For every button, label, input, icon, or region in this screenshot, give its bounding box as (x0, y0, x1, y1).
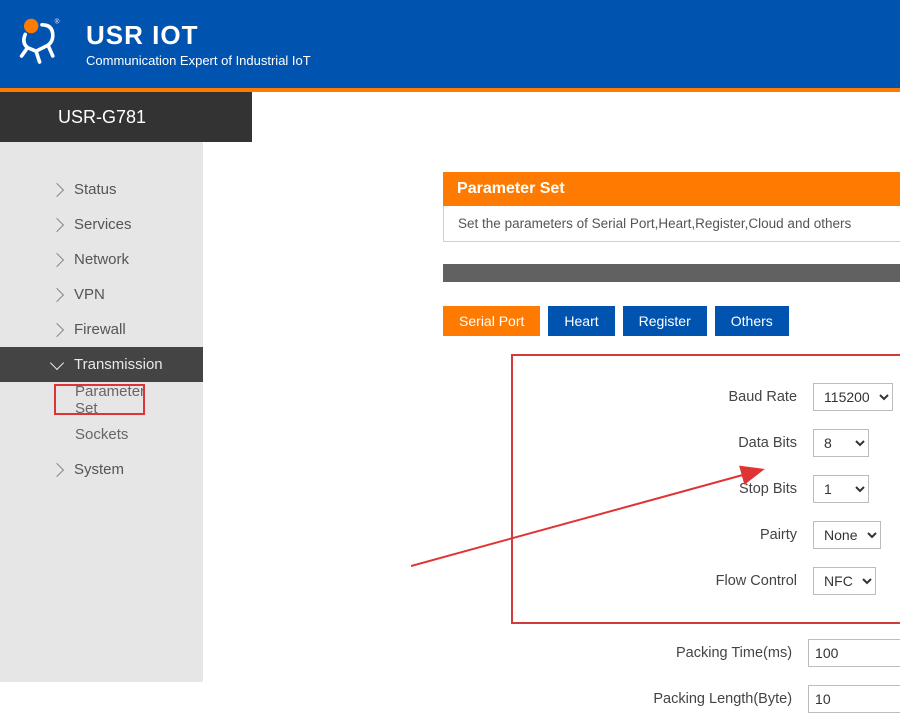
tab-label: Register (639, 313, 691, 329)
row-packing-time: Packing Time(ms) (443, 630, 900, 676)
select-parity[interactable]: None (813, 521, 881, 549)
label-parity: Pairty (513, 527, 813, 543)
row-stop-bits: Stop Bits 1 (513, 466, 900, 512)
main-content: Parameter Set Set the parameters of Seri… (203, 142, 900, 682)
app-header: ® USR IOT Communication Expert of Indust… (0, 0, 900, 92)
sidebar-item-label: Parameter Set (75, 383, 145, 417)
highlighted-form-group: Baud Rate 115200 Data Bits 8 Stop Bits 1… (511, 354, 900, 624)
tab-label: Heart (564, 313, 598, 329)
sidebar: Status Services Network VPN Firewall Tra… (0, 142, 203, 682)
sidebar-item-label: VPN (74, 286, 105, 303)
sidebar-item-label: Firewall (74, 321, 126, 338)
section-divider (443, 264, 900, 282)
select-flow-control[interactable]: NFC (813, 567, 876, 595)
brand-logo-icon: ® (12, 14, 72, 74)
label-stop-bits: Stop Bits (513, 481, 813, 497)
brand-title: USR IOT (86, 20, 311, 51)
sidebar-item-system[interactable]: System (0, 452, 203, 487)
sidebar-item-label: Services (74, 216, 132, 233)
input-packing-time[interactable] (808, 639, 900, 667)
label-data-bits: Data Bits (513, 435, 813, 451)
tab-serial-port[interactable]: Serial Port (443, 306, 540, 336)
sidebar-item-label: Sockets (75, 426, 128, 443)
tab-label: Others (731, 313, 773, 329)
label-packing-time: Packing Time(ms) (443, 645, 808, 661)
row-flow-control: Flow Control NFC (513, 558, 900, 604)
label-baud-rate: Baud Rate (513, 389, 813, 405)
label-flow-control: Flow Control (513, 573, 813, 589)
row-parity: Pairty None (513, 512, 900, 558)
sidebar-item-label: System (74, 461, 124, 478)
sidebar-item-firewall[interactable]: Firewall (0, 312, 203, 347)
chevron-right-icon (50, 287, 64, 301)
panel-title: Parameter Set (443, 172, 900, 206)
chevron-right-icon (50, 217, 64, 231)
tab-bar: Serial Port Heart Register Others (443, 306, 900, 336)
select-stop-bits[interactable]: 1 (813, 475, 869, 503)
row-data-bits: Data Bits 8 (513, 420, 900, 466)
chevron-right-icon (50, 182, 64, 196)
form-area: Baud Rate 115200 Data Bits 8 Stop Bits 1… (443, 354, 900, 722)
sidebar-item-services[interactable]: Services (0, 207, 203, 242)
tab-others[interactable]: Others (715, 306, 789, 336)
sidebar-item-label: Status (74, 181, 117, 198)
brand-tagline: Communication Expert of Industrial IoT (86, 53, 311, 68)
sidebar-item-label: Network (74, 251, 129, 268)
chevron-right-icon (50, 322, 64, 336)
select-data-bits[interactable]: 8 (813, 429, 869, 457)
label-packing-length: Packing Length(Byte) (443, 691, 808, 707)
device-name-bar: USR-G781 (0, 92, 252, 142)
panel-description: Set the parameters of Serial Port,Heart,… (443, 206, 900, 242)
sidebar-item-vpn[interactable]: VPN (0, 277, 203, 312)
select-baud-rate[interactable]: 115200 (813, 383, 893, 411)
sidebar-subitem-parameter-set[interactable]: Parameter Set (54, 384, 145, 415)
sidebar-subitem-sockets[interactable]: Sockets (0, 417, 203, 452)
sidebar-item-status[interactable]: Status (0, 172, 203, 207)
device-name: USR-G781 (58, 107, 146, 128)
tab-heart[interactable]: Heart (548, 306, 614, 336)
svg-text:®: ® (55, 18, 60, 26)
tab-register[interactable]: Register (623, 306, 707, 336)
chevron-down-icon (50, 355, 64, 369)
input-packing-length[interactable] (808, 685, 900, 713)
tab-label: Serial Port (459, 313, 524, 329)
row-baud-rate: Baud Rate 115200 (513, 374, 900, 420)
chevron-right-icon (50, 462, 64, 476)
row-packing-length: Packing Length(Byte) (443, 676, 900, 722)
brand-block: ® USR IOT Communication Expert of Indust… (12, 14, 311, 74)
sidebar-item-label: Transmission (74, 356, 163, 373)
sidebar-item-network[interactable]: Network (0, 242, 203, 277)
chevron-right-icon (50, 252, 64, 266)
panel-title-text: Parameter Set (457, 180, 565, 198)
sidebar-item-transmission[interactable]: Transmission (0, 347, 203, 382)
panel-description-text: Set the parameters of Serial Port,Heart,… (458, 216, 851, 231)
